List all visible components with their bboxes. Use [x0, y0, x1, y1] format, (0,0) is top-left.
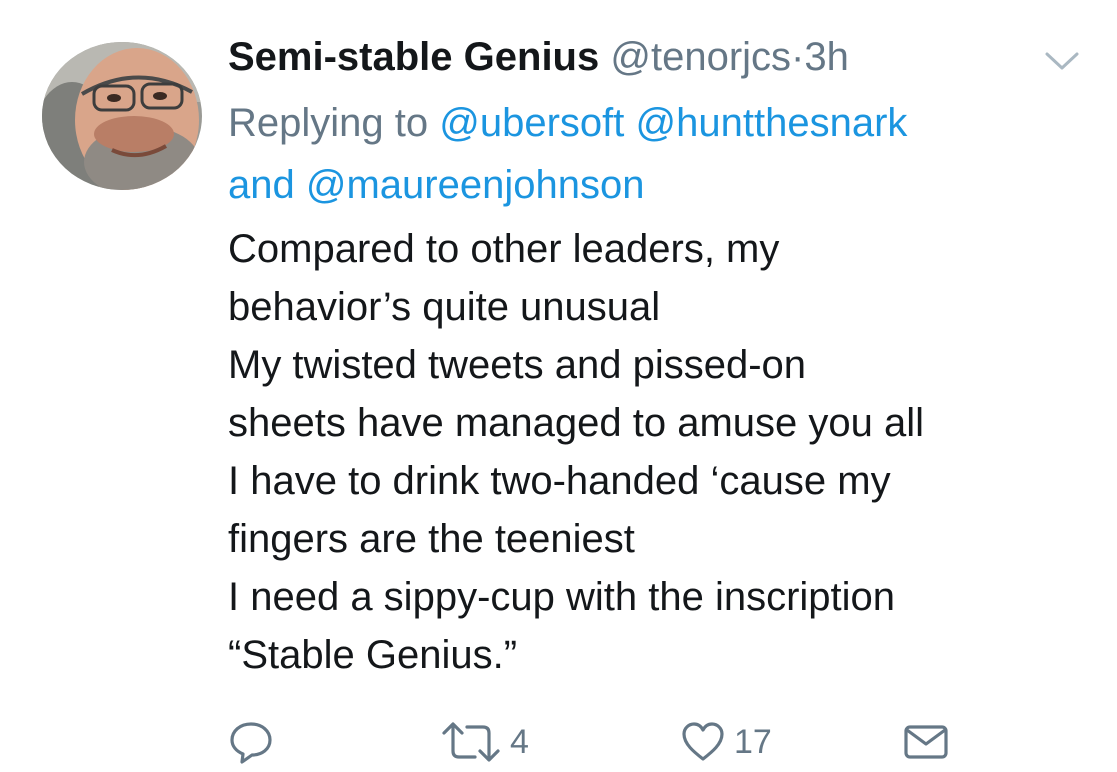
reply-button[interactable]	[228, 714, 274, 770]
like-button[interactable]: 17	[680, 714, 772, 770]
replying-prefix: Replying to	[228, 101, 429, 145]
chevron-down-icon[interactable]	[1044, 50, 1080, 74]
mention-join[interactable]: and	[228, 163, 295, 207]
direct-message-button[interactable]	[902, 714, 950, 770]
like-count: 17	[734, 722, 772, 761]
tweet-text-line: My twisted tweets and pissed-on	[228, 343, 807, 387]
reply-bubble-icon	[228, 719, 274, 765]
tweet-text: Compared to other leaders, my behavior’s…	[228, 220, 1098, 684]
retweet-count: 4	[510, 722, 529, 761]
mention-link[interactable]: @ubersoft	[439, 101, 624, 145]
display-name[interactable]: Semi-stable Genius	[228, 35, 599, 79]
heart-icon	[680, 719, 726, 765]
mention-link[interactable]: @huntthesnark	[636, 101, 908, 145]
tweet-text-line: behavior’s quite unusual	[228, 285, 661, 329]
action-bar: 4 17	[0, 714, 1117, 770]
tweet-text-line: fingers are the teeniest	[228, 517, 635, 561]
tweet-text-line: Compared to other leaders, my	[228, 227, 780, 271]
tweet-text-line: “Stable Genius.”	[228, 633, 518, 677]
retweet-button[interactable]: 4	[440, 714, 529, 770]
tweet-text-line: I need a sippy-cup with the inscription	[228, 575, 896, 619]
retweet-icon	[440, 719, 502, 765]
avatar[interactable]	[42, 42, 202, 190]
replying-to: Replying to @ubersoft @huntthesnark and …	[228, 92, 1078, 216]
separator-dot: ·	[791, 35, 805, 79]
tweet-text-line: sheets have managed to amuse you all	[228, 401, 924, 445]
envelope-icon	[902, 719, 950, 765]
timestamp[interactable]: 3h	[804, 35, 849, 79]
mention-link[interactable]: @maureenjohnson	[306, 163, 645, 207]
tweet-header: Semi-stable Genius @tenorjcs·3h	[228, 32, 849, 82]
tweet-text-line: I have to drink two-handed ‘cause my	[228, 459, 891, 503]
user-handle[interactable]: @tenorjcs	[610, 35, 791, 79]
